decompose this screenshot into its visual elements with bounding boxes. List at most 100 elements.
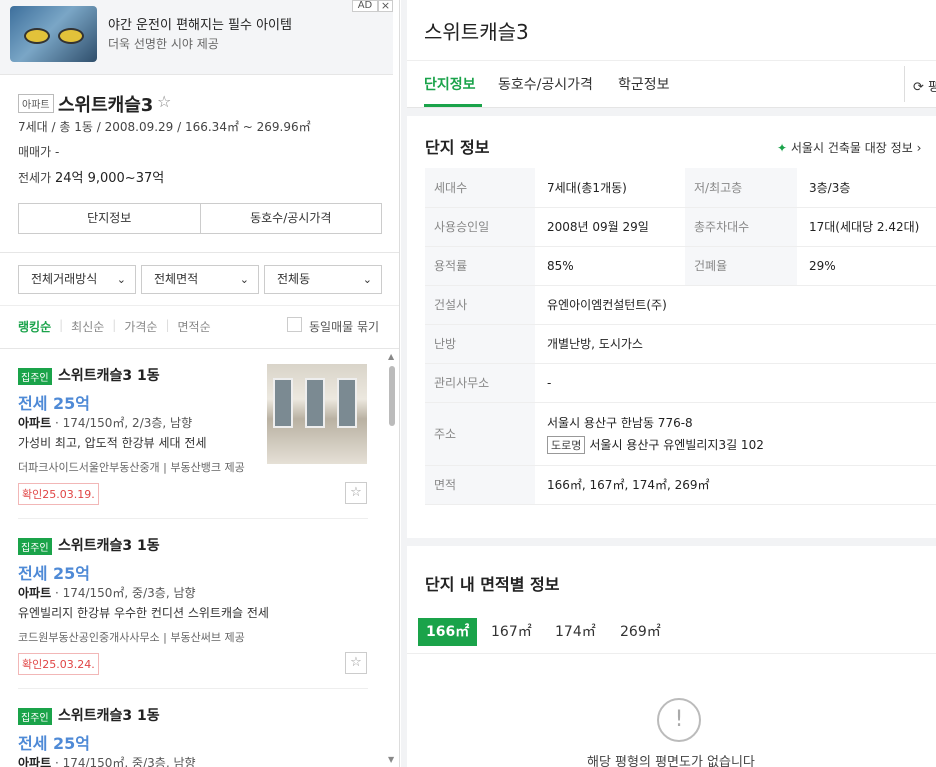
sale-price: 매매가 - [18,143,59,160]
left-panel: 야간 운전이 편해지는 필수 아이템 더욱 선명한 시야 제공 AD × 아파트… [0,0,400,767]
area-dropdown[interactable]: 전체면적 ⌄ [141,265,259,294]
complex-info-button[interactable]: 단지정보 [19,204,200,233]
star-icon[interactable]: ☆ [157,92,171,111]
builder-value: 유엔아이엠컨설턴트(주) [535,285,936,325]
listing-spec-value: 174/150㎡, 중/3층, 남향 [62,756,196,767]
listing-spec: 아파트 · 174/150㎡, 2/3층, 남향 [18,416,193,430]
close-icon[interactable]: × [378,0,393,12]
area-value: 166㎡, 167㎡, 174㎡, 269㎡ [535,465,936,505]
households-label: 세대수 [425,168,535,208]
listing-spec-value: 174/150㎡, 2/3층, 남향 [62,416,193,430]
lease-label: 전세가 [18,171,52,185]
sort-price[interactable]: 가격순 [124,318,157,335]
complex-name: 스위트캐슬3 [58,95,154,116]
star-icon[interactable]: ☆ [345,482,367,504]
building-register-link[interactable]: ✦ 서울시 건축물 대장 정보 › [777,139,921,156]
owner-badge: 집주인 [18,708,52,725]
office-value: - [535,363,936,403]
area-label: 면적 [425,465,535,505]
refresh-button[interactable]: ⟳ 평 [904,66,936,102]
right-panel: 스위트캐슬3 단지정보 동호수/공시가격 학군정보 ⟳ 평 단지 정보 ✦ 서울… [401,0,936,767]
confirm-badge: 확인25.03.24. [18,653,99,675]
listing-agent: 코드원부동산공인중개사사무소 | 부동산써브 제공 [18,631,245,644]
listing-name: 스위트캐슬3 1동 [58,538,160,554]
tab-school[interactable]: 학군정보 [618,74,670,94]
area-tab-269[interactable]: 269㎡ [612,618,669,646]
owner-badge: 집주인 [18,538,52,555]
complex-info-card: 단지 정보 ✦ 서울시 건축물 대장 정보 › 세대수 7세대(총1개동) 저/… [407,116,936,538]
complex-info-table: 세대수 7세대(총1개동) 저/최고층 3층/3층 사용승인일 2008년 09… [425,168,936,505]
list-item[interactable]: 집주인 스위트캐슬3 1동 전세 25억 아파트 · 174/150㎡, 2/3… [18,364,368,508]
area-tab-174[interactable]: 174㎡ [547,618,604,646]
sort-latest[interactable]: 최신순 [71,318,104,335]
listing-type: 아파트 [18,756,52,767]
star-icon[interactable]: ☆ [345,652,367,674]
lease-value: 24억 9,000~37억 [54,171,165,186]
builder-label: 건설사 [425,285,535,325]
scrollbar-thumb[interactable] [389,366,395,426]
area-section-title: 단지 내 면적별 정보 [425,575,560,594]
complex-buttons: 단지정보 동호수/공시가격 [18,203,382,234]
tab-unit-price[interactable]: 동호수/공시가격 [498,74,593,94]
unit-price-button[interactable]: 동호수/공시가격 [199,204,382,233]
bundle-checkbox[interactable] [287,317,302,332]
info-title: 단지 정보 [425,138,490,157]
heating-value: 개별난방, 도시가스 [535,324,936,364]
bcr-label: 건폐율 [685,246,797,286]
listing-spec: 아파트 · 174/150㎡, 중/3층, 남향 [18,586,196,600]
chevron-down-icon: ⌄ [239,273,249,286]
far-value: 85% [535,246,685,286]
listing-spec: 아파트 · 174/150㎡, 중/3층, 남향 [18,754,196,767]
area-tab-166[interactable]: 166㎡ [418,618,478,646]
listing-desc: 유엔빌리지 한강뷰 우수한 컨디션 스위트캐슬 전세 [18,606,269,620]
sort-area[interactable]: 면적순 [178,318,211,335]
chevron-down-icon: ⌄ [362,273,372,286]
sort-ranking[interactable]: 랭킹순 [18,318,51,335]
detail-header: 스위트캐슬3 단지정보 동호수/공시가격 학군정보 ⟳ 평 [407,0,936,108]
list-item[interactable]: 집주인 스위트캐슬3 1동 전세 25억 아파트 · 174/150㎡, 중/3… [18,538,368,678]
address-value: 서울시 용산구 한남동 776-8 도로명 서울시 용산구 유엔빌리지3길 102 [535,402,936,466]
households-value: 7세대(총1개동) [535,168,685,208]
listing-type: 아파트 [18,416,52,430]
area-info-card: 단지 내 면적별 정보 166㎡ 167㎡ 174㎡ 269㎡ ! 해당 평형의… [407,546,936,767]
ad-subtitle: 더욱 선명한 시야 제공 [108,37,219,51]
listing-photo[interactable] [267,364,367,464]
listing-name: 스위트캐슬3 1동 [58,708,160,724]
page-title: 스위트캐슬3 [424,20,529,44]
road-name-tag: 도로명 [547,435,586,454]
area-tab-167[interactable]: 167㎡ [483,618,540,646]
heating-label: 난방 [425,324,535,364]
approval-label: 사용승인일 [425,207,535,247]
trade-type-label: 전체거래방식 [31,272,98,286]
sale-label: 매매가 [18,145,52,159]
ad-badge: AD [352,0,378,12]
pin-icon: ✦ [777,141,788,155]
complex-meta: 7세대 / 총 1동 / 2008.09.29 / 166.34㎡ ~ 269.… [18,120,311,134]
owner-badge: 집주인 [18,368,52,385]
building-dropdown[interactable]: 전체동 ⌄ [264,265,382,294]
ad-banner[interactable]: 야간 운전이 편해지는 필수 아이템 더욱 선명한 시야 제공 AD × [0,0,393,75]
lease-price: 전세가 24억 9,000~37억 [18,167,164,186]
trade-type-dropdown[interactable]: 전체거래방식 ⌄ [18,265,136,294]
bcr-value: 29% [797,246,936,286]
ad-title: 야간 운전이 편해지는 필수 아이템 [108,18,292,33]
floors-value: 3층/3층 [797,168,936,208]
scroll-up-icon[interactable]: ▲ [388,352,394,361]
listing-desc: 가성비 최고, 압도적 한강뷰 세대 전세 [18,436,207,450]
address-label: 주소 [425,402,535,466]
listing-type: 아파트 [18,586,52,600]
listing-name: 스위트캐슬3 1동 [58,368,160,384]
exclamation-icon: ! [657,698,701,742]
list-item[interactable]: 집주인 스위트캐슬3 1동 전세 25억 아파트 · 174/150㎡, 중/3… [18,708,368,767]
scroll-down-icon[interactable]: ▼ [388,755,394,764]
empty-floorplan-message: 해당 평형의 평면도가 없습니다 [587,755,755,767]
listing-price: 전세 25억 [18,564,90,583]
scrollbar[interactable]: ▲ ▼ [387,350,397,767]
refresh-label: 평 [928,80,936,95]
listing-agent: 더파크사이드서울안부동산중개 | 부동산뱅크 제공 [18,461,245,474]
tab-complex-info[interactable]: 단지정보 [424,74,476,94]
lot-address: 서울시 용산구 한남동 776-8 [547,415,693,430]
ad-image [10,6,97,62]
approval-value: 2008년 09월 29일 [535,207,685,247]
parking-value: 17대(세대당 2.42대) [797,207,936,247]
